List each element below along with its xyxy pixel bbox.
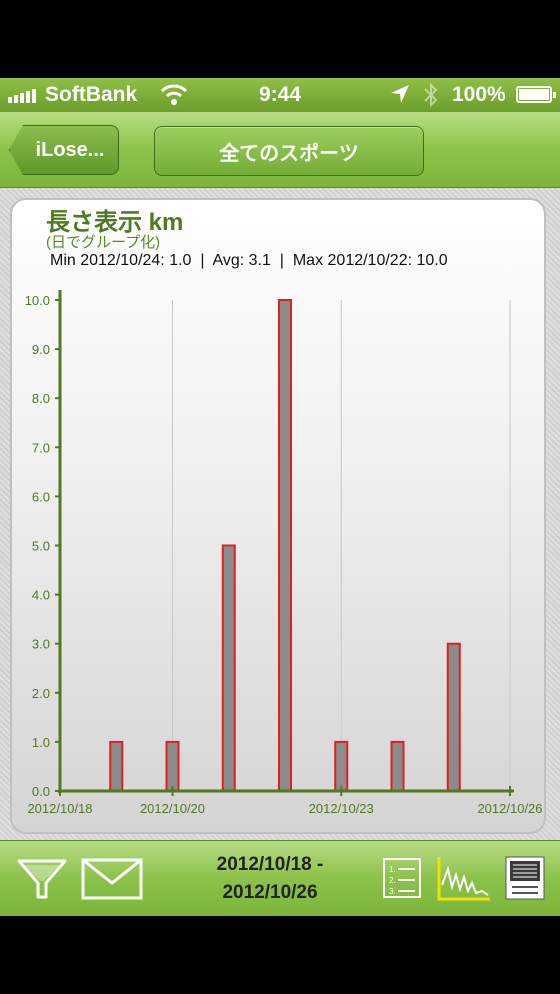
x-tick-label: 2012/10/18 (27, 801, 92, 816)
battery-percent: 100% (452, 83, 506, 106)
y-tick-label: 3.0 (32, 637, 50, 652)
chart-bar (446, 642, 461, 793)
detail-view-icon[interactable] (504, 855, 546, 901)
x-tick-label: 2012/10/20 (140, 801, 205, 816)
chart-bar (390, 740, 405, 793)
status-bar: SoftBank 9:44 100% (0, 78, 560, 112)
y-tick-label: 4.0 (32, 588, 50, 603)
date-range: 2012/10/18 - 2012/10/26 (170, 851, 370, 907)
y-tick-label: 10.0 (25, 293, 50, 308)
back-button[interactable]: iLose... (9, 125, 119, 175)
bottom-toolbar: 2012/10/18 - 2012/10/26 1. 2. 3. (0, 840, 560, 916)
chart-area: 長さ表示 km (日でグループ化) Min 2012/10/24: 1.0 | … (0, 188, 560, 840)
svg-text:3.: 3. (389, 887, 396, 896)
list-view-icon[interactable]: 1. 2. 3. (382, 857, 422, 899)
bottom-bezel (0, 916, 560, 994)
svg-text:1.: 1. (389, 865, 396, 874)
svg-text:2.: 2. (389, 876, 396, 885)
top-bezel (0, 0, 560, 78)
y-tick-label: 0.0 (32, 784, 50, 799)
y-tick-label: 1.0 (32, 735, 50, 750)
x-tick-label: 2012/10/26 (477, 801, 542, 816)
graph-view-icon[interactable] (436, 855, 492, 903)
y-tick-label: 6.0 (32, 489, 50, 504)
x-tick-label: 2012/10/23 (309, 801, 374, 816)
chart-bar (278, 299, 292, 792)
y-tick-label: 7.0 (32, 440, 50, 455)
bluetooth-icon (424, 82, 438, 108)
filter-icon[interactable] (16, 855, 68, 901)
battery-icon (516, 86, 556, 103)
chart-bar (334, 740, 349, 793)
location-icon (391, 85, 409, 103)
chart-bar (165, 740, 180, 793)
y-tick-label: 8.0 (32, 391, 50, 406)
y-tick-label: 2.0 (32, 686, 50, 701)
bar-chart: 0.0 1.0 2.0 3.0 4.0 5.0 6.0 7.0 8.0 9.0 10.0 2012/1… (25, 290, 543, 816)
y-tick-label: 9.0 (32, 342, 50, 357)
y-tick-label: 5.0 (32, 539, 50, 554)
mail-icon[interactable] (80, 857, 144, 901)
date-range-start: 2012/10/18 - (216, 854, 324, 875)
date-range-end: 2012/10/26 (222, 882, 318, 903)
chart-bar (109, 740, 124, 793)
chart-bar (221, 544, 236, 792)
sport-filter-button[interactable]: 全てのスポーツ (154, 126, 424, 176)
